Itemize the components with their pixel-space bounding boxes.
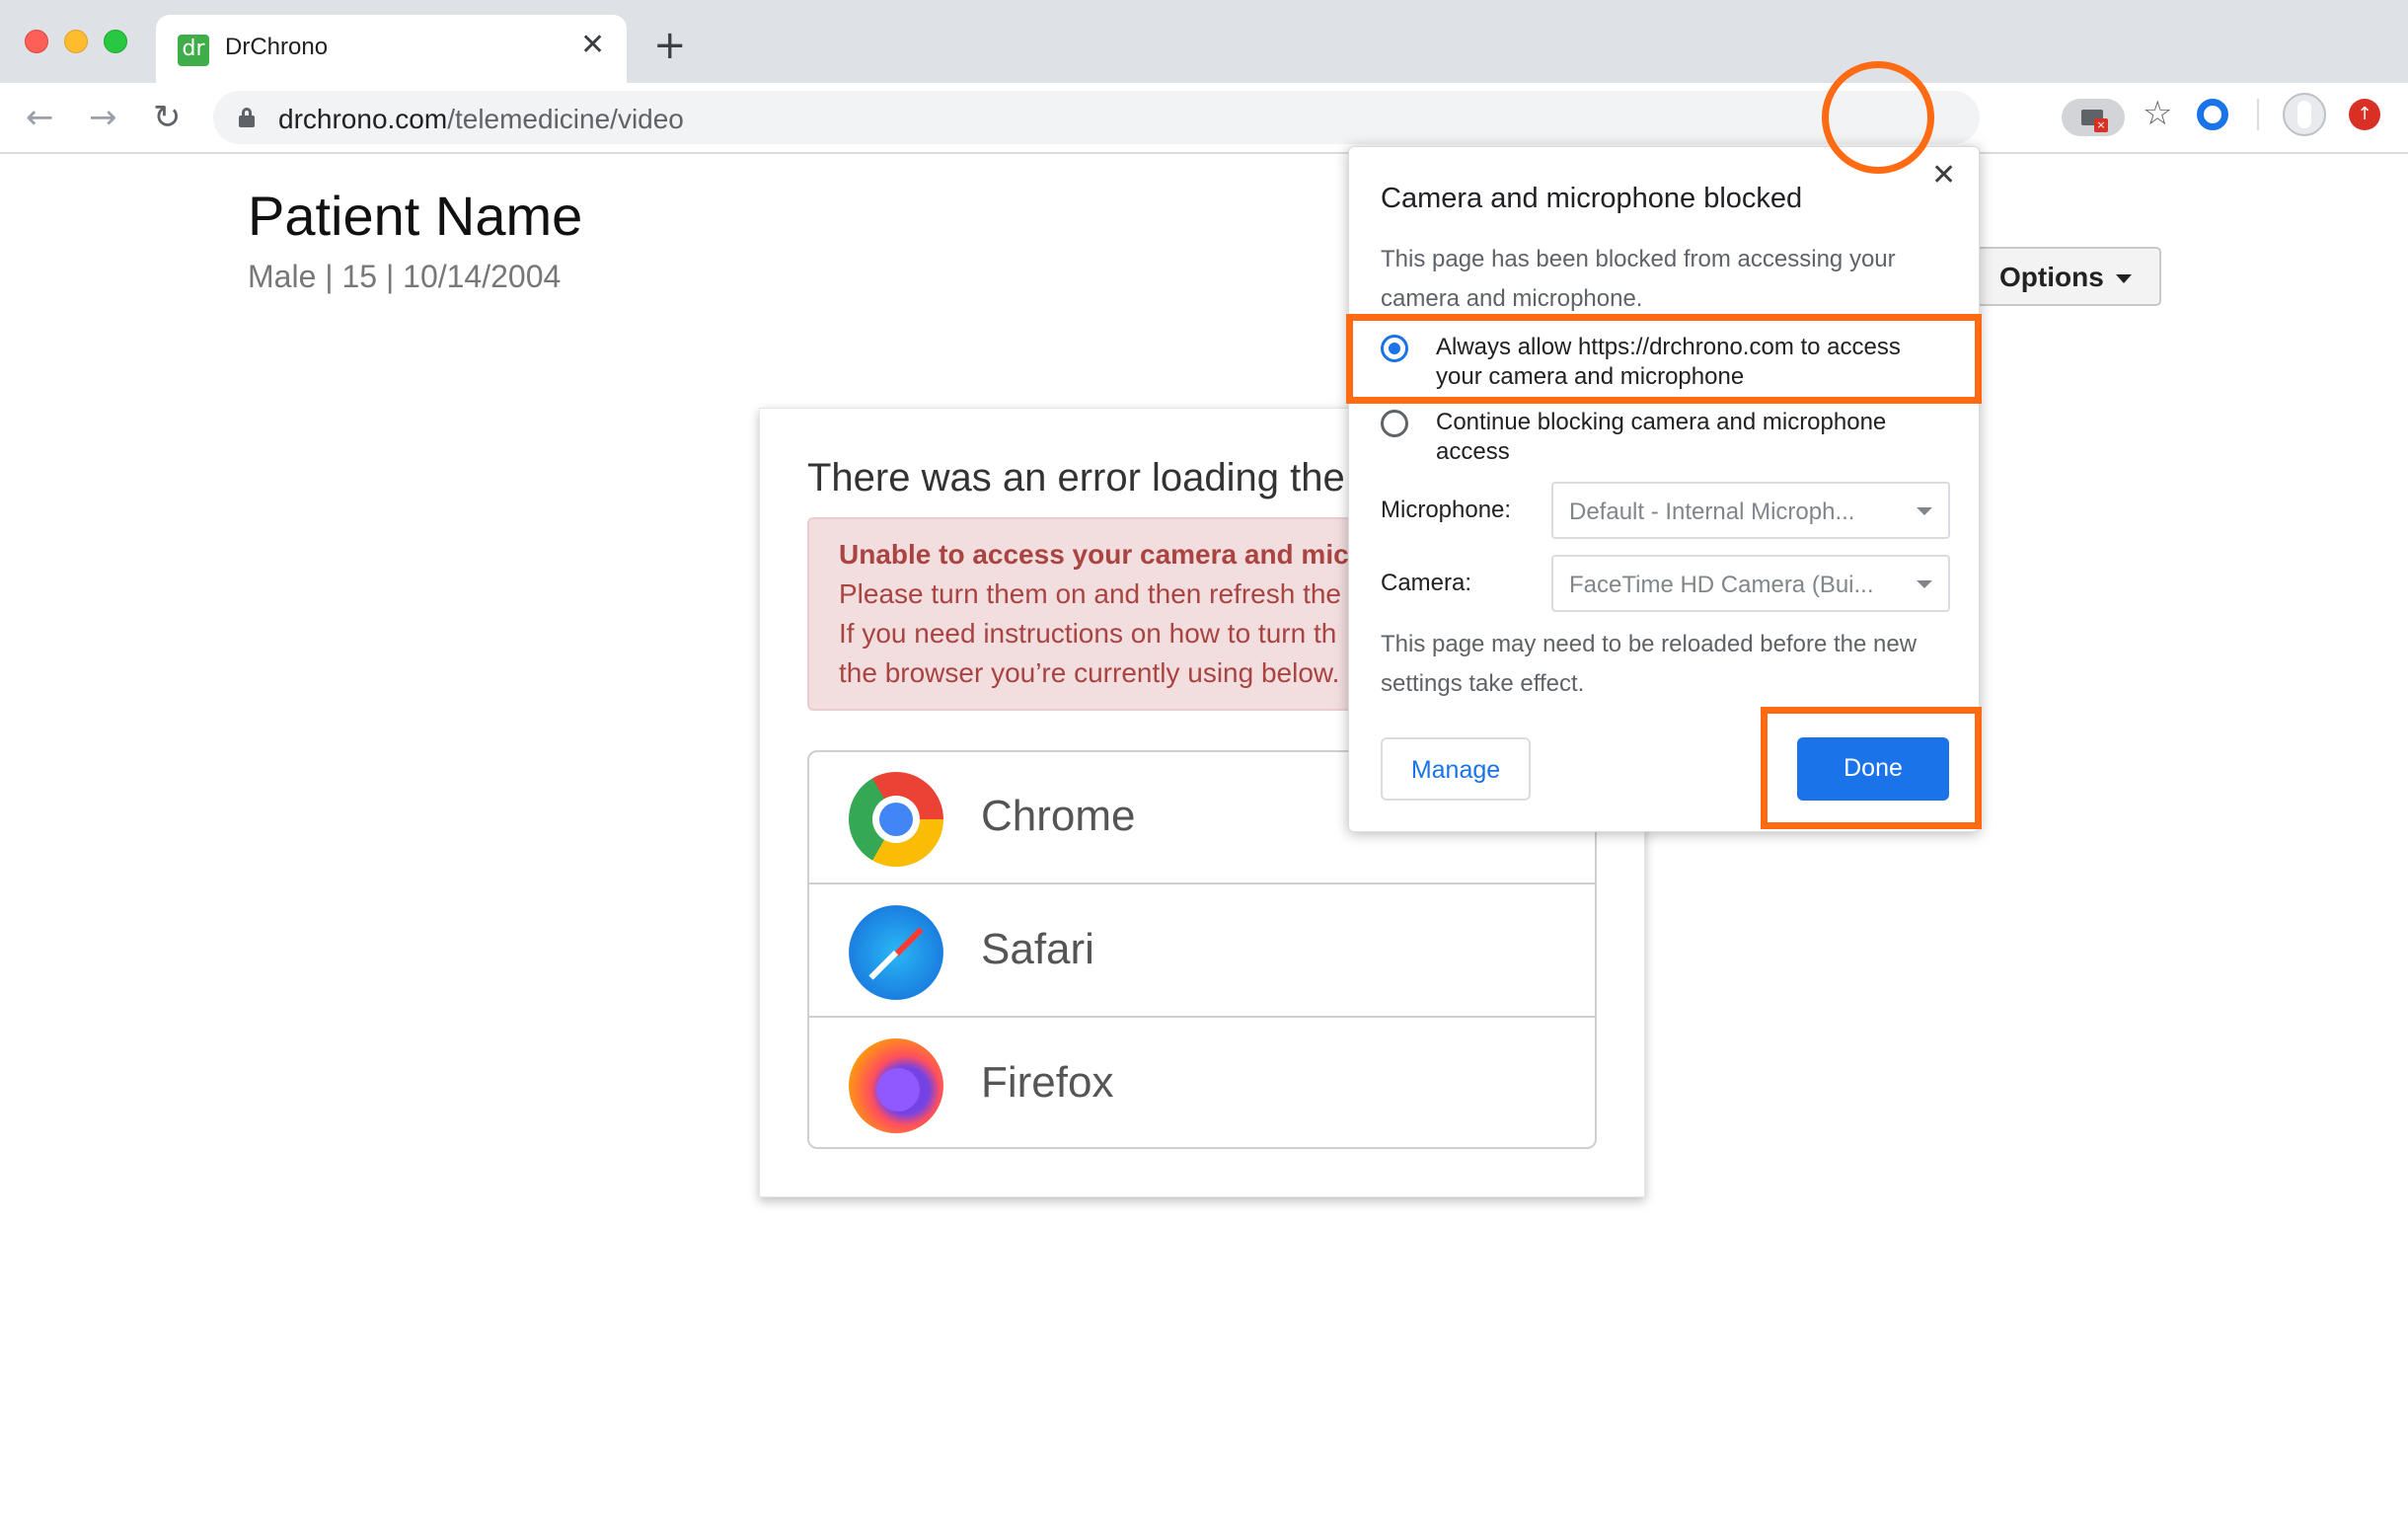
dropdown-caret-icon [1917,507,1932,515]
lock-icon[interactable] [239,108,255,127]
url-text[interactable]: drchrono.com/telemedicine/video [278,104,684,135]
profile-icon[interactable] [2283,93,2326,136]
microphone-label: Microphone: [1381,497,1512,523]
camera-blocked-icon[interactable]: × [2062,99,2125,136]
dropdown-caret-icon [1917,580,1932,588]
browser-toolbar: ← → ↻ drchrono.com/telemedicine/video × … [0,83,2408,154]
manage-button[interactable]: Manage [1381,737,1531,801]
microphone-value: Default - Internal Microph... [1569,499,1855,525]
error-title: There was an error loading the [807,456,1345,499]
alert-line: If you need instructions on how to turn … [839,618,1337,649]
update-icon[interactable]: ↑ [2349,99,2380,130]
block-radio-label[interactable]: Continue blocking camera and microphone … [1436,408,1929,467]
block-radio[interactable] [1381,410,1408,437]
tab-close-icon[interactable]: ✕ [580,31,605,60]
options-button[interactable]: Options [1968,247,2161,306]
tab-bar: dr DrChrono ✕ + [0,0,2408,83]
alert-heading: Unable to access your camera and mic [839,539,1349,570]
browser-name: Safari [981,925,1094,973]
camera-select[interactable]: FaceTime HD Camera (Bui... [1551,555,1950,612]
extension-icon[interactable] [2197,99,2228,130]
patient-meta: Male | 15 | 10/14/2004 [248,259,562,294]
tab-title: DrChrono [225,34,329,60]
camera-label: Camera: [1381,570,1472,596]
browser-name: Firefox [981,1058,1114,1107]
highlight-box-allow-option [1346,314,1982,404]
back-arrow-icon[interactable]: ← [26,101,54,134]
close-icon[interactable]: ✕ [1931,161,1956,191]
window-close-button[interactable] [25,30,48,53]
forward-arrow-icon[interactable]: → [89,101,117,134]
url-domain: drchrono.com [278,104,448,134]
address-bar[interactable]: drchrono.com/telemedicine/video × ☆ [213,91,2172,144]
drchrono-favicon-icon: dr [178,35,209,66]
options-label: Options [1999,262,2104,292]
microphone-select[interactable]: Default - Internal Microph... [1551,482,1950,539]
camera-value: FaceTime HD Camera (Bui... [1569,572,1874,598]
alert-line: Please turn them on and then refresh the [839,578,1341,609]
browser-row-firefox[interactable]: Firefox [809,1019,1595,1147]
window-zoom-button[interactable] [104,30,127,53]
browser-name: Chrome [981,792,1136,840]
url-path: /telemedicine/video [447,104,684,134]
reload-note: This page may need to be reloaded before… [1381,631,1918,697]
firefox-logo-icon [849,1038,943,1133]
toolbar-divider [2257,99,2259,130]
chrome-logo-icon [849,772,943,867]
browser-tab[interactable]: dr DrChrono ✕ [156,15,627,83]
reload-icon[interactable]: ↻ [153,101,182,134]
highlight-circle-camera-icon [1822,61,1934,174]
caret-down-icon [2116,274,2132,283]
alert-line: the browser you’re currently using below… [839,657,1340,688]
highlight-box-done-button [1761,707,1982,829]
patient-name: Patient Name [248,185,583,247]
popup-description: This page has been blocked from accessin… [1381,246,1896,312]
safari-logo-icon [849,905,943,1000]
new-tab-button[interactable]: + [653,26,687,65]
browser-row-safari[interactable]: Safari [809,885,1595,1018]
popup-title: Camera and microphone blocked [1381,183,1803,214]
window-minimize-button[interactable] [64,30,88,53]
manage-label: Manage [1410,756,1501,784]
bookmark-star-icon[interactable]: ☆ [2143,97,2172,130]
